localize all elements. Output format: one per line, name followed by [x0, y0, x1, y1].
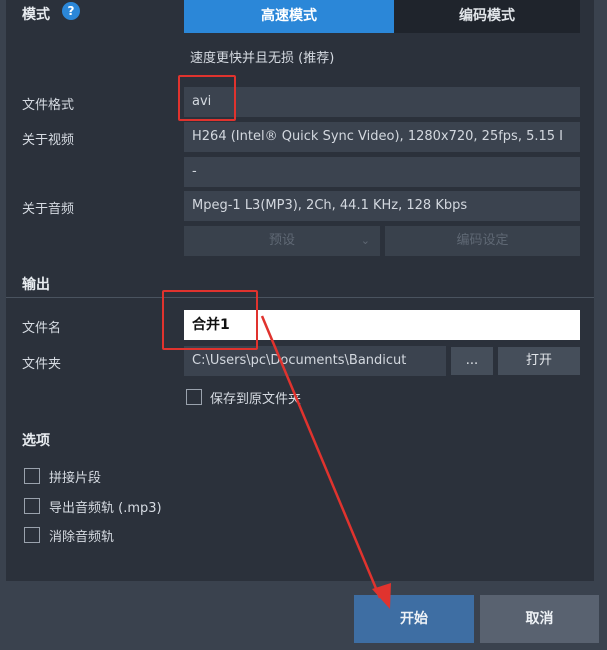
bandicut-output-dialog: 模式 ? 高速模式 编码模式 速度更快并且无损 (推荐) 文件格式 avi 关于…	[0, 0, 607, 650]
annotation-arrow	[260, 315, 391, 609]
arrow-line	[260, 315, 382, 599]
